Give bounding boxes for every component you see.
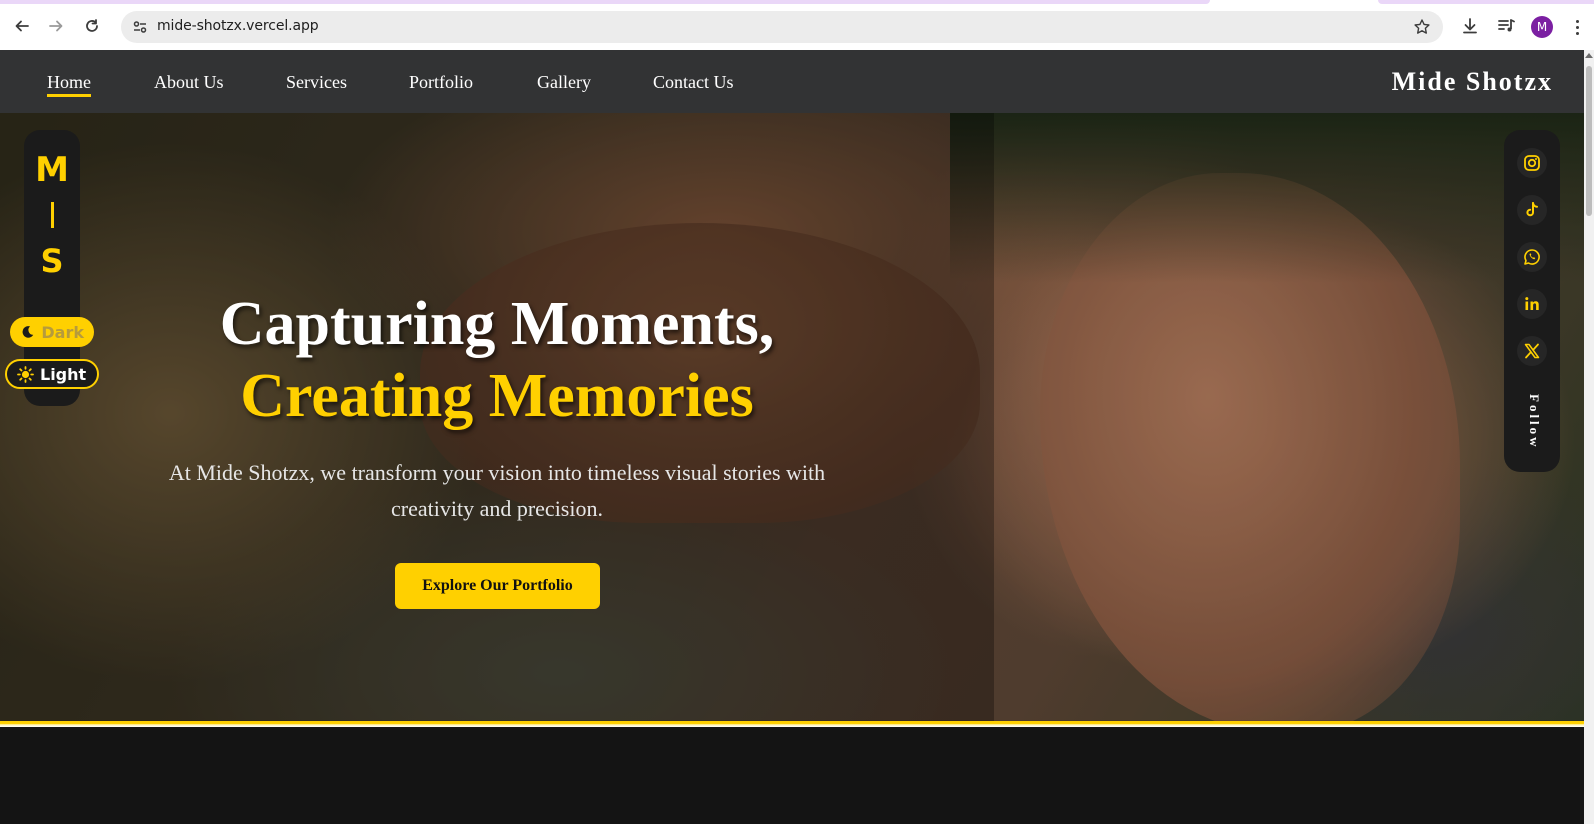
profile-avatar[interactable]: M (1531, 16, 1553, 38)
light-mode-label: Light (40, 364, 87, 384)
download-icon[interactable] (1459, 15, 1481, 37)
sun-icon (17, 365, 34, 383)
hero-light-overlay (994, 113, 1584, 721)
moon-icon (22, 326, 34, 338)
linkedin-icon (1525, 297, 1539, 310)
tab-strip-accent (0, 0, 1210, 4)
nav-link-portfolio[interactable]: Portfolio (409, 72, 473, 93)
x-icon (1524, 343, 1540, 359)
site-info-icon[interactable] (130, 17, 150, 37)
logo-divider (51, 202, 54, 228)
instagram-link[interactable] (1517, 148, 1547, 178)
tiktok-icon (1526, 202, 1538, 217)
hero-section: Capturing Moments, Creating Memories At … (0, 113, 1584, 721)
scrollbar-thumb[interactable] (1586, 66, 1592, 216)
hero-tagline: At Mide Shotzx, we transform your vision… (168, 460, 826, 521)
dark-mode-label: Dark (41, 322, 84, 342)
top-navigation: Home About Us Services Portfolio Gallery… (0, 50, 1584, 113)
next-section (0, 727, 1584, 824)
instagram-icon (1524, 155, 1540, 171)
brand-name[interactable]: Mide Shotzx (1392, 67, 1553, 97)
dark-mode-toggle[interactable]: Dark (10, 317, 94, 347)
light-mode-toggle[interactable]: Light (5, 359, 99, 389)
forward-button[interactable] (44, 14, 68, 38)
logo-letter-s: S (40, 242, 64, 280)
hero-headline-line1: Capturing Moments, (219, 290, 775, 358)
website-viewport: Home About Us Services Portfolio Gallery… (0, 50, 1584, 824)
whatsapp-icon (1524, 249, 1540, 265)
browser-menu-icon[interactable] (1570, 16, 1584, 38)
media-controls-icon[interactable] (1495, 15, 1517, 37)
address-bar[interactable]: mide-shotzx.vercel.app (121, 11, 1443, 43)
back-arrow-icon (15, 20, 29, 32)
nav-link-home[interactable]: Home (47, 72, 91, 97)
explore-portfolio-button[interactable]: Explore Our Portfolio (395, 563, 600, 609)
scroll-up-arrow[interactable] (1585, 53, 1593, 58)
social-follow-bar: Follow (1504, 130, 1560, 472)
hero-headline-line2: Creating Memories (240, 362, 754, 430)
tab-strip-accent (1378, 0, 1594, 4)
forward-arrow-icon (49, 20, 63, 32)
whatsapp-link[interactable] (1517, 242, 1547, 272)
reload-button[interactable] (80, 14, 104, 38)
nav-link-gallery[interactable]: Gallery (537, 72, 591, 93)
browser-chrome: mide-shotzx.vercel.app M (0, 0, 1594, 50)
page-scrollbar[interactable] (1584, 50, 1594, 824)
bookmark-star-icon[interactable] (1411, 16, 1433, 38)
back-button[interactable] (10, 14, 34, 38)
nav-link-contact-us[interactable]: Contact Us (653, 72, 734, 93)
linkedin-link[interactable] (1517, 289, 1547, 319)
follow-label: Follow (1527, 394, 1542, 450)
reload-icon (86, 19, 98, 32)
x-link[interactable] (1517, 336, 1547, 366)
nav-link-about-us[interactable]: About Us (154, 72, 224, 93)
tiktok-link[interactable] (1517, 195, 1547, 225)
logo-letter-m: M (35, 150, 69, 190)
nav-link-services[interactable]: Services (286, 72, 347, 93)
url-text[interactable]: mide-shotzx.vercel.app (157, 18, 319, 34)
